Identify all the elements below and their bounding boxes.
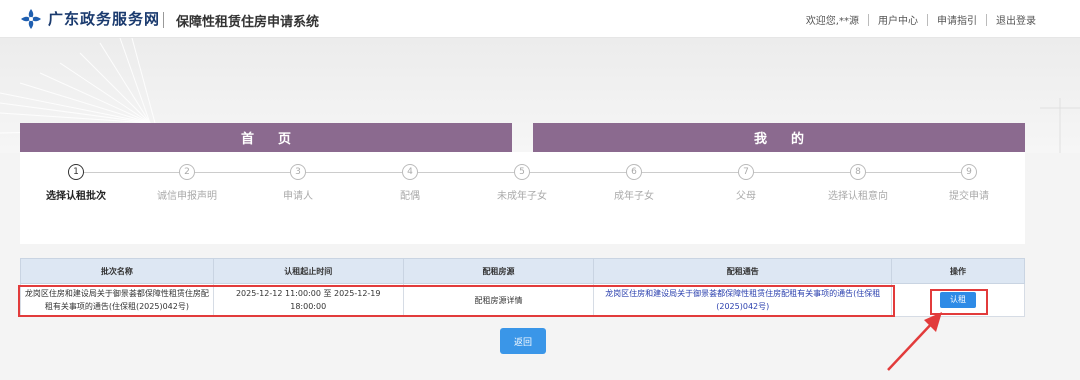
pointer-arrow-icon xyxy=(887,312,942,371)
batch-table: 批次名称 认租起止时间 配租房源 配租通告 操作 龙岗区住房和建设局关于御景荟都… xyxy=(20,258,1025,317)
notice-link[interactable]: 龙岗区住房和建设局关于御景荟都保障性租赁住房配租有关事项的通告(住保租(2025… xyxy=(593,283,893,317)
tab-home[interactable]: 首页 xyxy=(20,123,512,152)
column-header: 配租房源 xyxy=(402,258,595,284)
top-header: 广东政务服务网 保障性租赁住房申请系统 欢迎您,**源 用户中心 申请指引 退出… xyxy=(0,0,1080,38)
step-8: 8 选择认租意向 xyxy=(813,164,903,202)
back-button[interactable]: 返回 xyxy=(500,328,546,354)
step-5: 5 未成年子女 xyxy=(477,164,567,202)
step-9: 9 提交申请 xyxy=(924,164,1014,202)
step-label: 父母 xyxy=(736,191,756,202)
step-label: 选择认租批次 xyxy=(46,191,106,202)
step-label: 诚信申报声明 xyxy=(157,191,217,202)
column-header: 配租通告 xyxy=(593,258,893,284)
step-number: 8 xyxy=(850,164,866,180)
table-row: 龙岗区住房和建设局关于御景荟都保障性租赁住房配租有关事项的通告(住保租(2025… xyxy=(20,283,1025,317)
step-number: 7 xyxy=(738,164,754,180)
top-nav: 欢迎您,**源 用户中心 申请指引 退出登录 xyxy=(806,12,1036,27)
step-label: 选择认租意向 xyxy=(828,191,888,202)
user-center-link[interactable]: 用户中心 xyxy=(878,12,918,27)
step-4: 4 配偶 xyxy=(365,164,455,202)
step-label: 未成年子女 xyxy=(497,191,547,202)
column-header: 批次名称 xyxy=(20,258,214,284)
nav-divider xyxy=(927,13,928,26)
column-header: 操作 xyxy=(891,258,1025,284)
step-label: 申请人 xyxy=(283,191,313,202)
header-divider xyxy=(163,12,164,28)
step-6: 6 成年子女 xyxy=(589,164,679,202)
step-label: 配偶 xyxy=(400,191,420,202)
step-number: 6 xyxy=(626,164,642,180)
time-range-cell: 2025-12-12 11:00:00 至 2025-12-19 18:00:0… xyxy=(212,283,404,317)
table-header-row: 批次名称 认租起止时间 配租房源 配租通告 操作 xyxy=(20,258,1025,284)
welcome-text: 欢迎您,**源 xyxy=(805,16,859,27)
guide-link[interactable]: 申请指引 xyxy=(937,12,977,27)
tab-mine[interactable]: 我的 xyxy=(533,123,1025,152)
system-name: 保障性租赁住房申请系统 xyxy=(176,15,320,30)
nav-divider xyxy=(986,13,987,26)
column-header: 认租起止时间 xyxy=(212,258,404,284)
site-name[interactable]: 广东政务服务网 xyxy=(48,8,160,29)
step-number: 3 xyxy=(290,164,306,180)
apply-rent-button[interactable]: 认租 xyxy=(940,292,977,308)
nav-divider xyxy=(868,13,869,26)
step-7: 7 父母 xyxy=(701,164,791,202)
step-label: 提交申请 xyxy=(949,191,989,202)
step-2: 2 诚信申报声明 xyxy=(142,164,232,202)
step-1: 1 选择认租批次 xyxy=(31,164,121,202)
housing-details-link[interactable]: 配租房源详情 xyxy=(402,283,595,317)
step-3: 3 申请人 xyxy=(253,164,343,202)
step-number: 9 xyxy=(961,164,977,180)
step-label: 成年子女 xyxy=(614,191,654,202)
step-number: 5 xyxy=(514,164,530,180)
logo-icon xyxy=(21,9,41,29)
steps-panel: 1 选择认租批次 2 诚信申报声明 3 申请人 4 配偶 5 未成年子女 6 成… xyxy=(20,152,1025,244)
step-number: 2 xyxy=(179,164,195,180)
batch-name-cell: 龙岗区住房和建设局关于御景荟都保障性租赁住房配租有关事项的通告(住保租(2025… xyxy=(20,283,214,317)
step-number: 4 xyxy=(402,164,418,180)
step-number: 1 xyxy=(68,164,84,180)
logout-link[interactable]: 退出登录 xyxy=(996,12,1036,27)
